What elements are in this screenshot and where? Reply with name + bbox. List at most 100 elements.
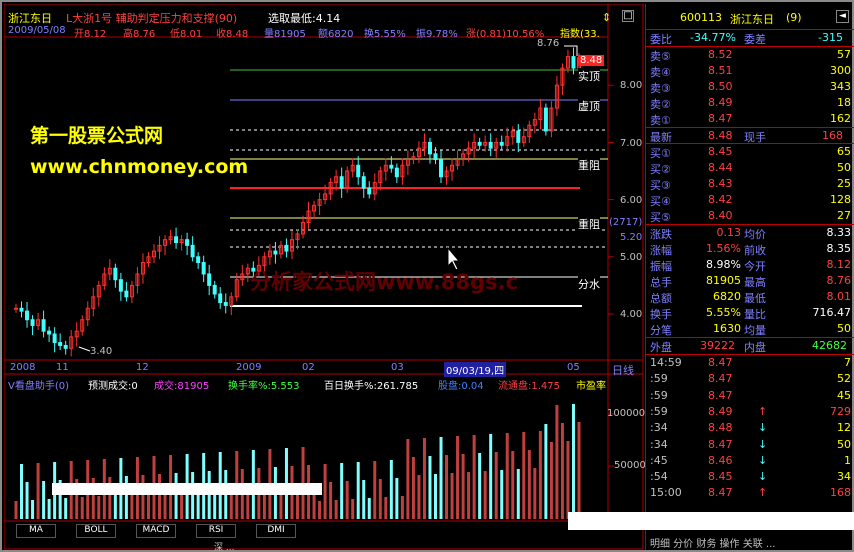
tab-boll[interactable]: BOLL	[76, 524, 116, 538]
tick-row: :54 8.45 ↓ 34	[646, 469, 854, 485]
stat-label: 涨跌	[650, 228, 672, 241]
line-label-resist-1: 重阻	[578, 157, 600, 173]
stat-label: 换手	[650, 308, 672, 321]
panel-toggle-icon[interactable]: ◄	[836, 10, 849, 23]
stat-label: 最高	[744, 276, 766, 289]
bid-price: 8.40	[708, 209, 733, 222]
volume-bar	[472, 435, 476, 519]
ask-row: 卖③ 8.50 343	[646, 79, 854, 95]
stat-value: 5.55%	[706, 306, 741, 319]
volume-bar	[378, 479, 382, 519]
tick-price: 8.48	[708, 421, 733, 435]
outer-value: 39222	[700, 339, 735, 352]
stat-label: 前收	[744, 244, 766, 257]
volume-bar	[544, 424, 548, 519]
volume-bar	[20, 464, 24, 519]
tab-dmi[interactable]: DMI	[256, 524, 296, 538]
volume-bar	[340, 463, 344, 519]
window-toggle-icon[interactable]: □	[622, 10, 634, 22]
candle-body	[433, 153, 438, 161]
candle-body	[196, 256, 201, 264]
high-leader	[564, 45, 578, 56]
x-tick: 2009	[236, 362, 262, 373]
volume-indicator-name[interactable]: V看盘助手(0)	[8, 377, 69, 392]
volume-bar	[456, 436, 460, 519]
stock-name: 浙江东日	[730, 13, 774, 26]
line-label-top: 实顶	[578, 68, 600, 84]
volume-bar	[439, 437, 443, 519]
bottom-tabs-label[interactable]: 明细 分价 财务 操作 关联 ...	[650, 535, 775, 550]
high-label: 高8.76	[123, 29, 156, 40]
stat-value: 8.76	[826, 274, 852, 287]
tick-time: :54	[650, 470, 668, 484]
volume-bar	[113, 495, 117, 519]
inner-label: 内盘	[744, 341, 766, 354]
stat-row: 总手 81905 最高 8.76	[646, 273, 854, 289]
forecast-volume: 预测成交:0	[88, 381, 138, 392]
candle-body	[41, 319, 46, 332]
candle-body	[488, 141, 493, 149]
volume-bar	[445, 455, 449, 519]
tick-time: :34	[650, 437, 668, 451]
tick-row: :34 8.48 ↓ 12	[646, 420, 854, 436]
volume-bar	[191, 472, 195, 519]
tick-row: 15:00 8.47 ↑ 168	[646, 485, 854, 501]
tick-time: 14:59	[650, 356, 682, 369]
volume-bar	[577, 422, 581, 519]
x-tick: 05	[567, 362, 580, 373]
low-label: 低8.01	[170, 29, 203, 40]
line-label-divide: 分水	[578, 276, 600, 292]
tick-row: :59 8.49 ↑ 729	[646, 404, 854, 420]
bottom-tabs[interactable]: 明细 分价 财务 操作 关联 ...	[646, 534, 854, 550]
tab-rsi[interactable]: RSI	[196, 524, 236, 538]
volume-bar	[433, 474, 437, 519]
stat-value: 81905	[706, 274, 741, 287]
ask-label: 卖④	[650, 66, 671, 79]
tick-time: :59	[650, 388, 668, 402]
indicator-name[interactable]: L大浙1号 辅助判定压力和支撑(90)	[66, 10, 237, 26]
tick-row: 14:59 8.47 7	[646, 355, 854, 371]
candle-body	[201, 262, 206, 275]
ask-row: 卖② 8.49 18	[646, 95, 854, 111]
candle-body	[124, 290, 129, 298]
volume-bar	[64, 498, 68, 519]
vol-tick-100000: 100000	[607, 408, 646, 419]
y-tick-6: 6.00	[620, 195, 643, 206]
period-label[interactable]: 日线	[612, 362, 634, 378]
bid-price: 8.45	[708, 145, 733, 158]
tab-macd[interactable]: MACD	[136, 524, 176, 538]
tick-volume: 729	[830, 404, 851, 418]
hand-value: 168	[822, 129, 843, 142]
ask-row: 卖④ 8.51 300	[646, 63, 854, 79]
bid-volume: 25	[837, 177, 851, 190]
bracket-value: 5.20	[620, 232, 643, 243]
volume-bar	[549, 442, 553, 519]
stat-label: 均价	[744, 228, 766, 241]
volume-bar	[494, 452, 498, 519]
volume-bar	[505, 433, 509, 519]
volume-bar	[522, 432, 526, 519]
current-price-value: 8.48	[578, 55, 605, 66]
candle-body	[394, 167, 399, 178]
candle-body	[207, 273, 212, 286]
ask-volume: 343	[830, 80, 851, 93]
candle-body	[499, 141, 504, 146]
volume-bar	[42, 481, 46, 519]
stat-label: 均量	[744, 324, 766, 337]
volume-bar	[566, 441, 570, 519]
watermark-url: www.chnmoney.com	[30, 156, 249, 178]
volume-bar	[158, 474, 162, 519]
watermark-title: 第一股票公式网	[30, 125, 164, 147]
pin-icon[interactable]: ⇕	[602, 11, 611, 24]
bid-row: 买② 8.44 50	[646, 160, 854, 176]
tick-arrow: ↓	[758, 437, 768, 451]
x-tick: 02	[302, 362, 315, 373]
last-price: 8.48	[708, 129, 733, 142]
candle-body	[19, 307, 24, 312]
volume-bar	[373, 461, 377, 519]
quote-title-row: 600113 浙江东日 (9) ◄	[646, 10, 854, 26]
tab-ma[interactable]: MA	[16, 524, 56, 538]
ask-label: 卖③	[650, 82, 671, 95]
stat-value: 6820	[713, 290, 741, 303]
bid-volume: 128	[830, 193, 851, 206]
